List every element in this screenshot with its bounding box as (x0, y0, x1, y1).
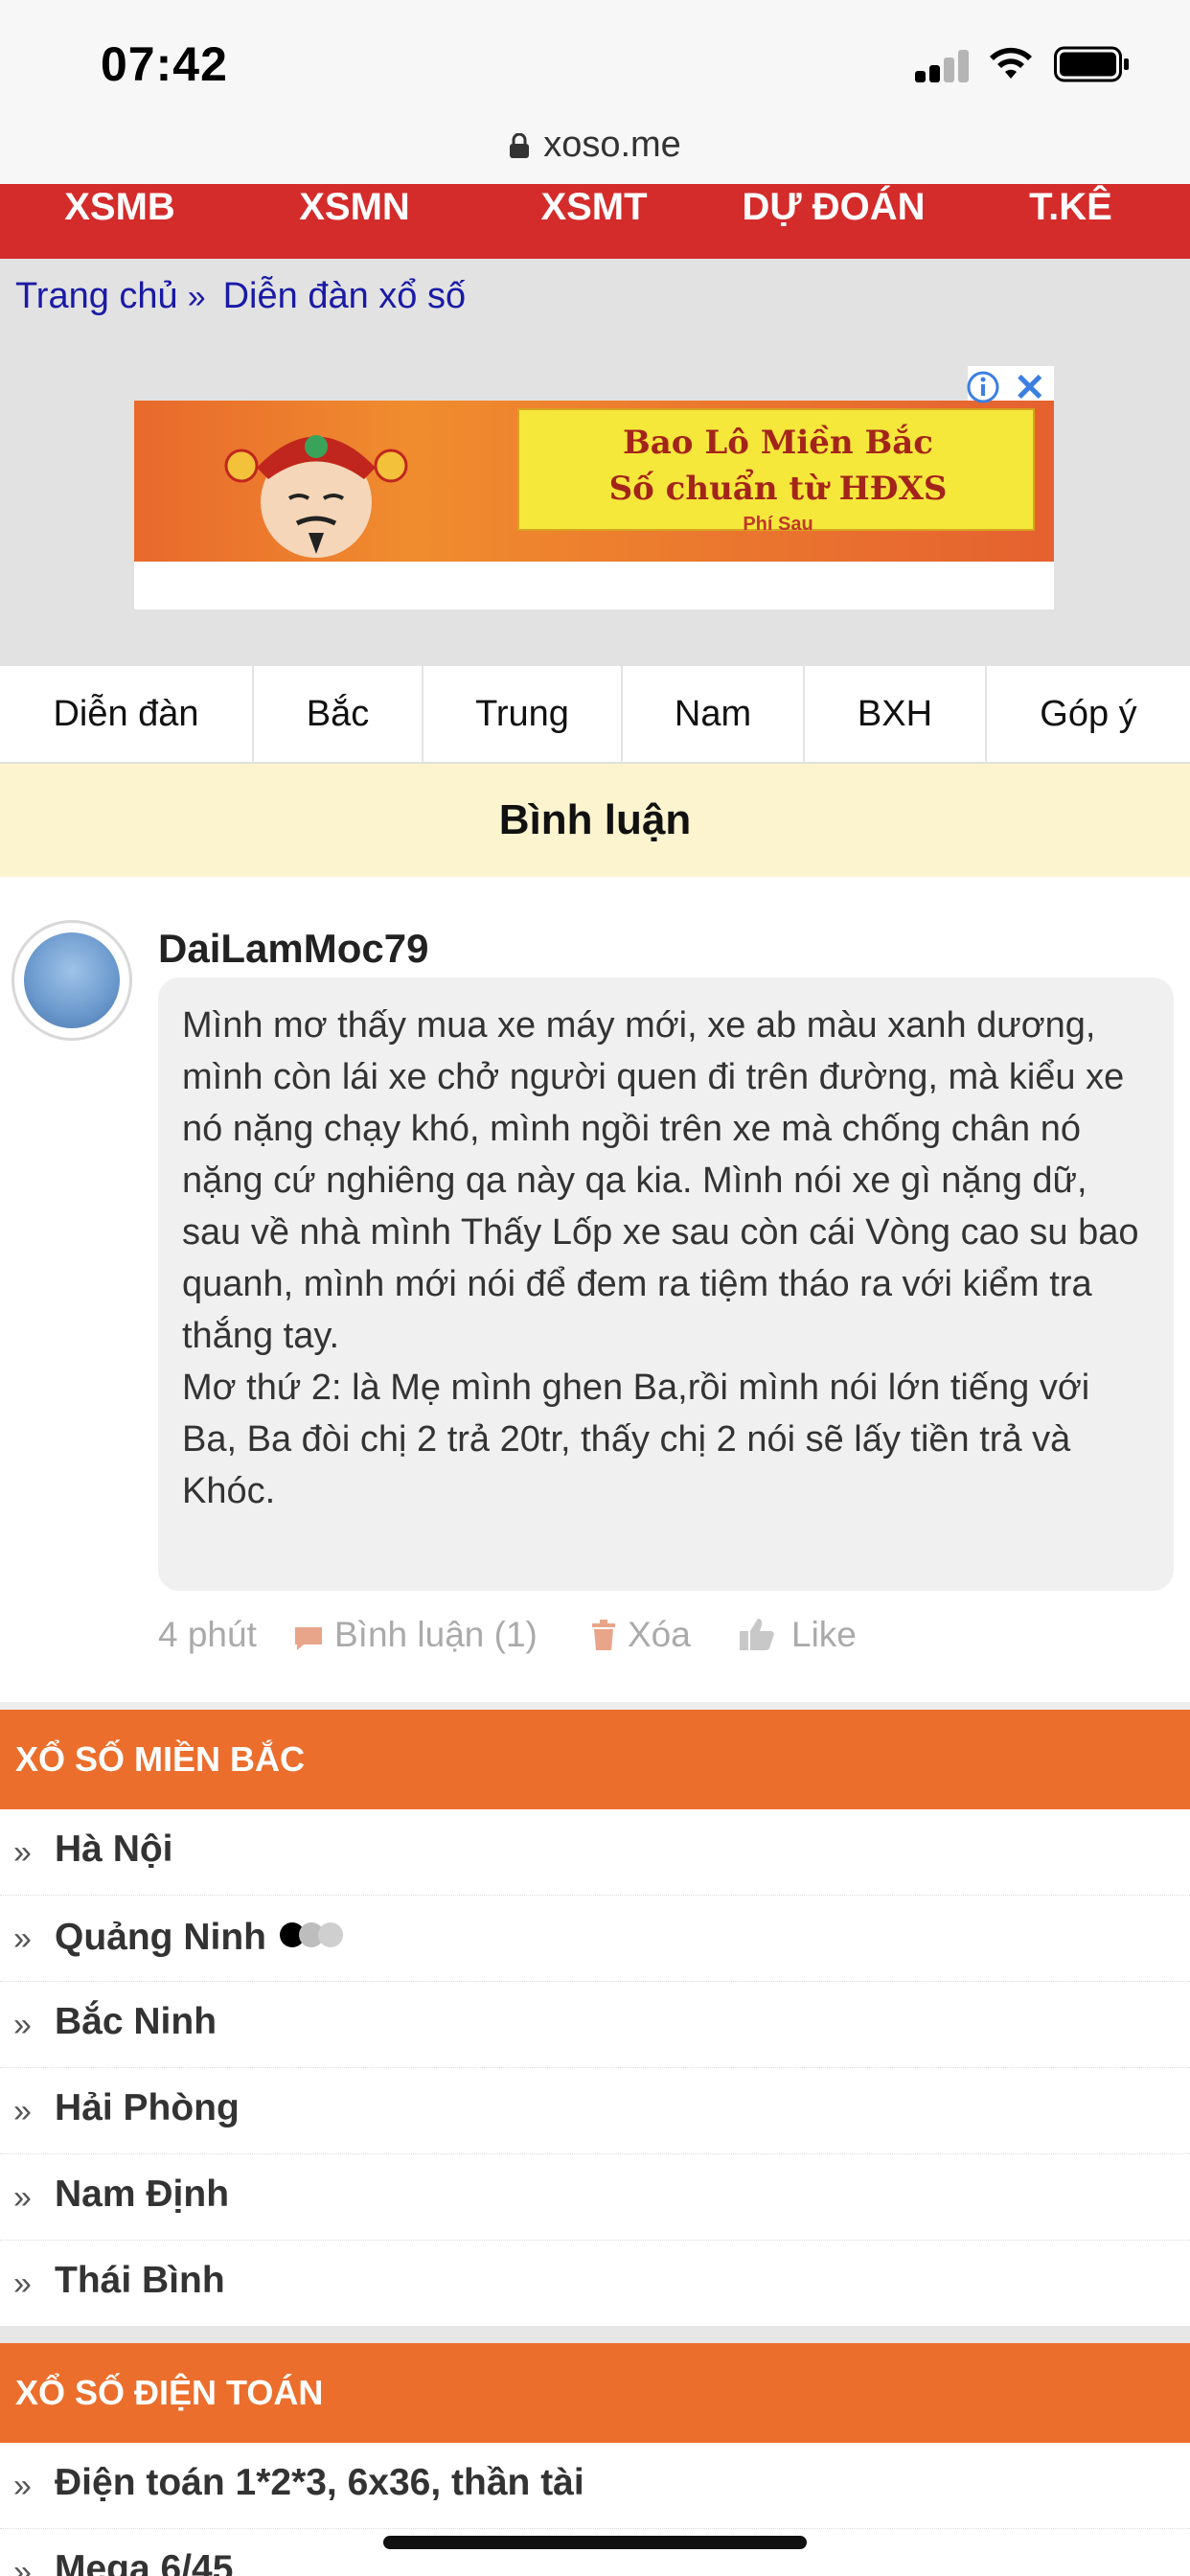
tab-trung[interactable]: Trung (423, 666, 623, 762)
chevron-right-icon: » (13, 2266, 32, 2302)
info-icon[interactable] (966, 370, 1000, 404)
chevron-right-icon: » (13, 2554, 32, 2576)
nav-thong-ke[interactable]: T.KÊ (987, 184, 1155, 259)
list-item-label: Điện toán 1*2*3, 6x36, thần tài (55, 2462, 584, 2503)
delete-button-label: Xóa (628, 1615, 691, 1654)
url-text: xoso.me (543, 125, 681, 165)
lock-icon (510, 133, 530, 158)
list-item-thai-binh[interactable]: » Thái Bình (0, 2241, 1190, 2327)
avatar-image (24, 932, 120, 1028)
signal-icon (915, 50, 971, 82)
like-button[interactable]: Like (738, 1615, 857, 1655)
section-heading-mien-bac[interactable]: XỔ SỐ MIỀN BẮC (0, 1710, 1190, 1809)
ad-bottom-strip (134, 562, 1054, 610)
trash-icon (592, 1620, 615, 1650)
chevron-right-icon: » (13, 2093, 32, 2129)
ad-text-box: Bao Lô Miền Bắc Số chuẩn từ HĐXS Phí Sau (517, 408, 1035, 535)
section-divider (0, 1702, 1190, 1710)
chevron-right-icon: » (13, 2007, 32, 2043)
list-item-text: Quảng Ninh (55, 1917, 266, 1958)
nav-xsmt[interactable]: XSMT (513, 184, 675, 259)
list-item-ha-noi[interactable]: » Hà Nội (0, 1809, 1190, 1896)
chevron-right-icon: » (13, 1920, 32, 1957)
chevron-right-icon: » (13, 2468, 32, 2504)
list-item-dien-toan[interactable]: » Điện toán 1*2*3, 6x36, thần tài (0, 2443, 1190, 2529)
thumbs-up-icon (740, 1619, 774, 1650)
list-item-label: Thái Bình (55, 2260, 225, 2301)
breadcrumb-home[interactable]: Trang chủ (15, 276, 178, 316)
list-item-label: Hải Phòng (55, 2087, 240, 2128)
delete-button[interactable]: Xóa (589, 1615, 691, 1655)
ad-subheadline: Số chuẩn từ HĐXS (608, 470, 948, 508)
nav-xsmb[interactable]: XSMB (38, 184, 201, 259)
list-item-label: Bắc Ninh (55, 2001, 217, 2042)
status-bar: 07:42 (0, 0, 1190, 115)
comment-button-label: Bình luận (1) (334, 1615, 538, 1654)
breadcrumb-forum[interactable]: Diễn đàn xổ số (223, 276, 467, 316)
ad-god-of-wealth-image (224, 435, 408, 558)
chevron-right-icon: » (13, 2179, 32, 2216)
comments-heading: Bình luận (0, 764, 1190, 877)
nav-xsmn[interactable]: XSMN (273, 184, 436, 259)
section-gap (0, 2326, 1190, 2343)
list-item-label: Nam Định (55, 2174, 230, 2215)
avatar[interactable] (11, 920, 132, 1041)
home-indicator[interactable] (383, 2536, 807, 2549)
ad-headline: Bao Lô Miền Bắc (623, 424, 933, 462)
breadcrumb: Trang chủ» Diễn đàn xổ số (15, 276, 466, 317)
list-item-label: Hà Nội (55, 1828, 173, 1870)
forum-tabs: Diễn đàn Bắc Trung Nam BXH Góp ý (0, 666, 1190, 764)
battery-icon (1054, 46, 1129, 82)
post-username[interactable]: DaiLamMoc79 (158, 926, 428, 972)
list-item-label: Mega 6/45 (55, 2548, 234, 2576)
tab-dien-dan[interactable]: Diễn đàn (0, 666, 254, 762)
section-heading-dien-toan[interactable]: XỔ SỐ ĐIỆN TOÁN (0, 2343, 1190, 2443)
list-item-label: Quảng Ninh (55, 1915, 343, 1959)
comment-button[interactable]: Bình luận (1) (292, 1615, 538, 1655)
chevron-right-icon: » (13, 1834, 32, 1871)
breadcrumb-separator: » (187, 279, 206, 315)
list-item-quang-ninh[interactable]: » Quảng Ninh (0, 1896, 1190, 1982)
ad-footnote: Phí Sau (743, 514, 813, 535)
post-content: Mình mơ thấy mua xe máy mới, xe ab màu x… (182, 1005, 1139, 1511)
tab-bxh[interactable]: BXH (805, 666, 987, 762)
like-button-label: Like (791, 1615, 857, 1654)
tab-nam[interactable]: Nam (623, 666, 805, 762)
list-item-nam-dinh[interactable]: » Nam Định (0, 2154, 1190, 2241)
list-item-hai-phong[interactable]: » Hải Phòng (0, 2068, 1190, 2154)
tab-bac[interactable]: Bắc (254, 666, 423, 762)
comment-icon (295, 1627, 322, 1650)
address-bar[interactable]: xoso.me (0, 115, 1190, 184)
wifi-icon (990, 47, 1032, 79)
close-icon[interactable]: ✕ (1014, 366, 1046, 410)
loading-dots-icon (279, 1915, 343, 1957)
tab-gop-y[interactable]: Góp ý (987, 666, 1190, 762)
nav-du-doan[interactable]: DỰ ĐOÁN (719, 184, 949, 259)
list-item-bac-ninh[interactable]: » Bắc Ninh (0, 1982, 1190, 2068)
status-time: 07:42 (101, 37, 228, 91)
ad-banner[interactable]: Bao Lô Miền Bắc Số chuẩn từ HĐXS Phí Sau… (134, 366, 1054, 610)
top-nav: XSMB XSMN XSMT DỰ ĐOÁN T.KÊ (0, 184, 1190, 259)
post-time: 4 phút (158, 1615, 257, 1654)
